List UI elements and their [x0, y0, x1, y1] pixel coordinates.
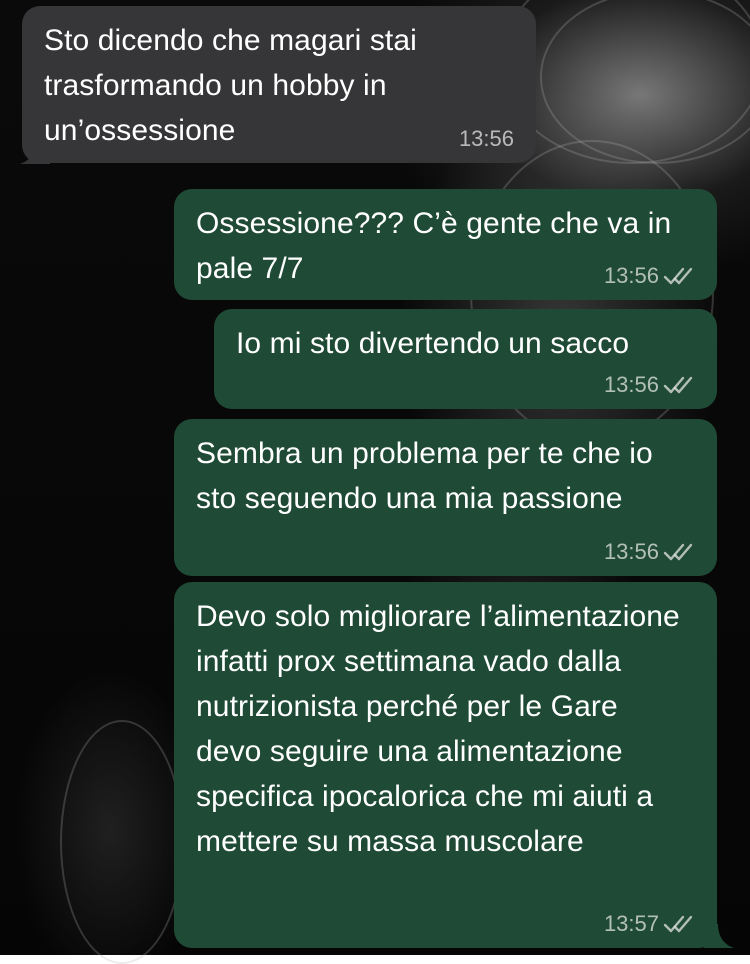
message-time: 13:57	[603, 911, 659, 936]
message-meta: 13:56	[459, 127, 514, 151]
message-time: 13:56	[458, 126, 514, 151]
message-time: 13:56	[603, 263, 659, 288]
read-receipt-icon	[663, 267, 693, 285]
message-text: Devo solo migliorare l’alimentazione inf…	[196, 600, 680, 858]
message-bubble-outgoing[interactable]: Sembra un problema per te che io sto seg…	[174, 419, 717, 576]
message-text: Io mi sto divertendo un sacco	[236, 327, 630, 360]
message-bubble-outgoing[interactable]: Devo solo migliorare l’alimentazione inf…	[174, 582, 717, 948]
message-bubble-outgoing[interactable]: Io mi sto divertendo un sacco 13:56	[214, 309, 717, 409]
read-receipt-icon	[663, 376, 693, 394]
message-bubble-incoming[interactable]: Sto dicendo che magari stai trasformando…	[22, 6, 536, 163]
message-meta: 13:57	[604, 912, 695, 936]
message-time: 13:56	[603, 539, 659, 564]
message-meta: 13:56	[604, 373, 695, 397]
read-receipt-icon	[663, 915, 693, 933]
read-receipt-icon	[663, 543, 693, 561]
message-text: Sembra un problema per te che io sto seg…	[196, 437, 653, 515]
bubble-tail-outgoing	[704, 924, 734, 948]
bubble-tail-incoming	[20, 140, 50, 164]
message-bubble-outgoing[interactable]: Ossessione??? C’è gente che va in pale 7…	[174, 189, 717, 300]
message-meta: 13:56	[604, 540, 695, 564]
message-meta: 13:56	[604, 264, 695, 288]
message-text: Sto dicendo che magari stai trasformando…	[44, 24, 417, 147]
message-time: 13:56	[603, 372, 659, 397]
message-list[interactable]: Sto dicendo che magari stai trasformando…	[0, 0, 750, 955]
